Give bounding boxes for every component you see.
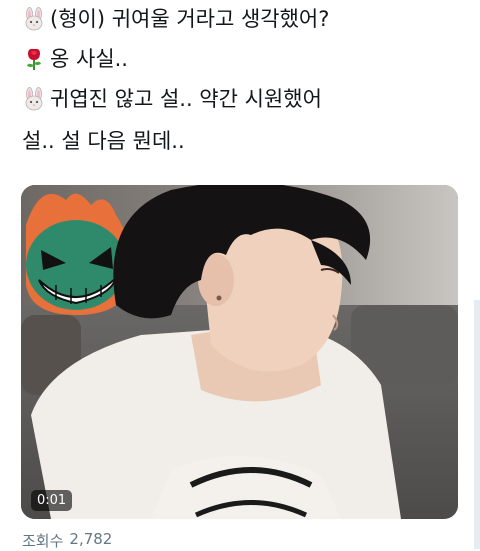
video-player[interactable]: 0:01 [21, 185, 458, 519]
rabbit-face-icon [25, 87, 43, 111]
views-number: 2,782 [69, 530, 113, 548]
views-label: 조회수 [22, 532, 64, 550]
tweet-line: (형이) 귀여울 거라고 생각했어? [22, 6, 329, 32]
scrollbar-track[interactable] [474, 300, 480, 549]
tweet-line-text: 설.. 설 다음 뭔데.. [22, 129, 185, 153]
tweet-line-text: (형이) 귀여울 거라고 생각했어? [50, 7, 330, 31]
video-duration-badge: 0:01 [31, 490, 73, 511]
rabbit-face-icon [25, 7, 43, 31]
tweet-line: 귀엽진 않고 설.. 약간 시원했어 [22, 86, 322, 112]
tweet-line-text: 옹 사실.. [50, 47, 128, 71]
tweet-line-text: 귀엽진 않고 설.. 약간 시원했어 [50, 87, 322, 111]
tweet-line: 설.. 설 다음 뭔데.. [22, 128, 185, 154]
tweet-line: 옹 사실.. [22, 46, 128, 72]
video-frame [21, 185, 458, 519]
view-count: 조회수 2,782 [22, 530, 112, 551]
rose-icon [27, 48, 41, 70]
